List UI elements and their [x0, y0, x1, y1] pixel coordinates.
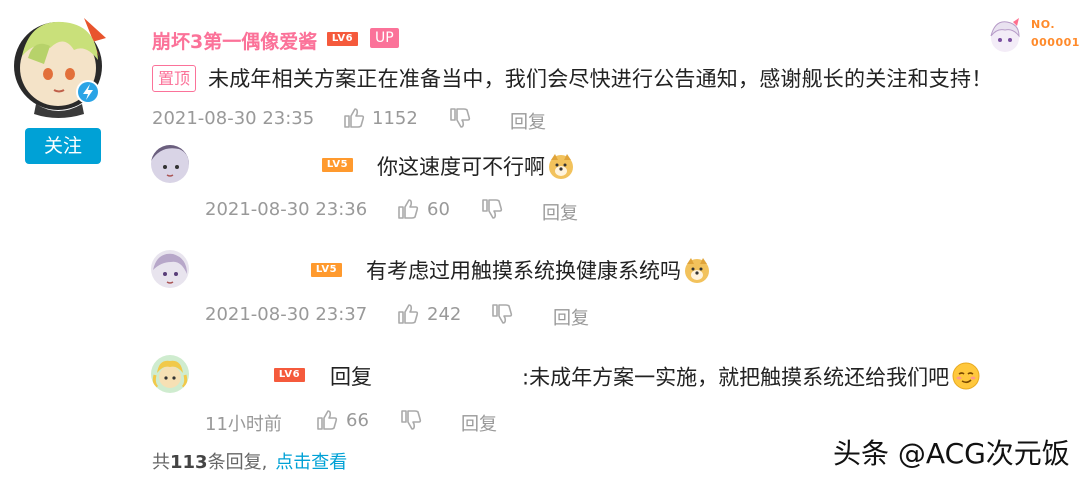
level-badge: LV6 — [327, 32, 358, 46]
reply-count: 113 — [170, 452, 208, 473]
reply-time: 2021-08-30 23:36 — [205, 199, 368, 220]
like-count: 60 — [427, 199, 450, 220]
fan-nameplate: NO. 000001 — [985, 16, 1085, 56]
dislike-icon[interactable] — [399, 408, 423, 436]
comment-text: 未成年相关方案正在准备当中，我们会尽快进行公告通知，感谢舰长的关注和支持！ — [208, 67, 993, 91]
reply-button[interactable]: 回复 — [510, 108, 546, 134]
reply-button[interactable]: 回复 — [461, 410, 497, 436]
level-badge: LV5 — [311, 263, 342, 277]
reply-text: 有考虑过用触摸系统换健康系统吗 — [366, 255, 711, 289]
level-badge: LV5 — [322, 158, 353, 172]
doge-emoji-icon — [683, 256, 711, 289]
like-icon[interactable] — [342, 106, 366, 134]
reply-text: :未成年方案一实施，就把触摸系统还给我们吧 — [522, 361, 981, 396]
like-count: 1152 — [372, 108, 418, 129]
reply-count-summary: 共113条回复, 点击查看 — [152, 452, 348, 473]
reply-time: 2021-08-30 23:37 — [205, 304, 368, 325]
level-badge: LV6 — [274, 368, 305, 382]
reply-button[interactable]: 回复 — [542, 199, 578, 225]
reply-avatar[interactable] — [151, 145, 189, 183]
smirk-emoji-icon — [951, 361, 981, 396]
main-avatar[interactable] — [10, 8, 110, 120]
like-icon[interactable] — [396, 302, 420, 330]
username[interactable]: 崩坏3第一偶像爱酱 — [152, 27, 317, 54]
follow-button[interactable]: 关注 — [25, 128, 101, 164]
pinned-badge: 置顶 — [152, 65, 197, 92]
like-count: 66 — [346, 410, 369, 431]
reply-avatar[interactable] — [151, 250, 189, 288]
reply-text: 你这速度可不行啊 — [377, 151, 575, 185]
like-count: 242 — [427, 304, 462, 325]
comment-time: 2021-08-30 23:35 — [152, 108, 315, 129]
dislike-icon[interactable] — [448, 106, 472, 134]
like-icon[interactable] — [396, 197, 420, 225]
dislike-icon[interactable] — [490, 302, 514, 330]
dislike-icon[interactable] — [480, 197, 504, 225]
watermark: 头条 @ACG次元饭 — [833, 437, 1070, 470]
reply-button[interactable]: 回复 — [553, 304, 589, 330]
nameplate-mascot-icon — [990, 18, 1020, 52]
up-badge: UP — [370, 28, 399, 48]
view-all-link[interactable]: 点击查看 — [275, 452, 347, 473]
reply-time: 11小时前 — [205, 414, 282, 435]
like-icon[interactable] — [315, 408, 339, 436]
doge-emoji-icon — [547, 152, 575, 185]
reply-avatar[interactable] — [151, 355, 189, 393]
reply-prefix[interactable]: 回复 — [330, 361, 372, 391]
